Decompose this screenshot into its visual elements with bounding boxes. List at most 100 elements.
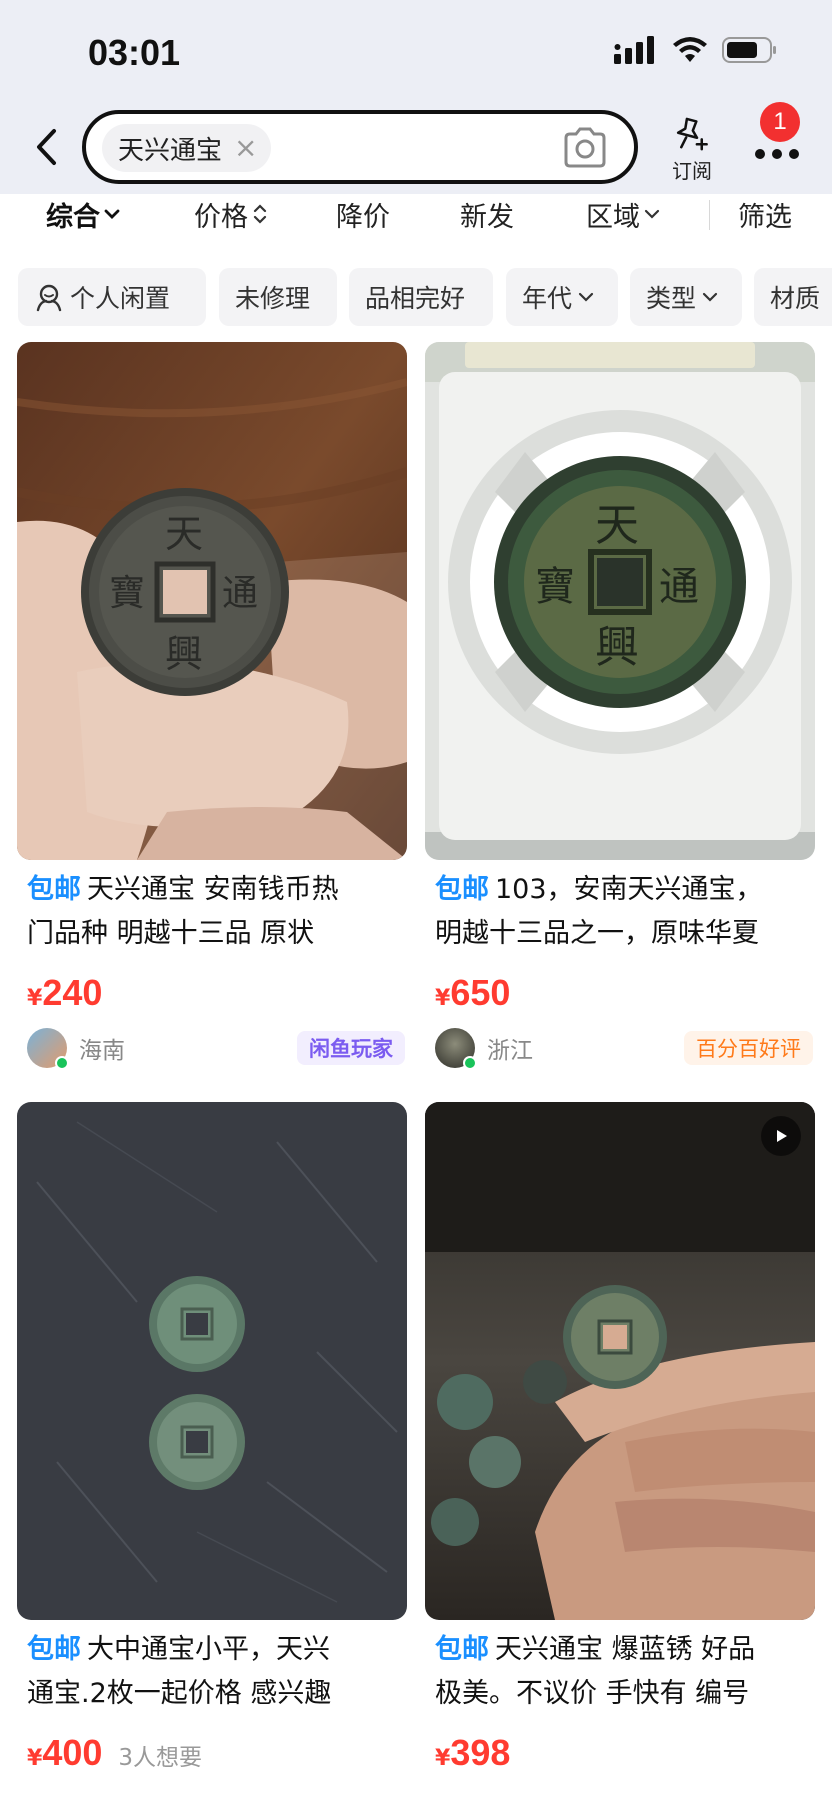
- svg-text:通: 通: [222, 573, 258, 614]
- play-icon: [777, 1130, 787, 1142]
- seller-location: 浙江: [487, 1038, 533, 1064]
- want-count: 3人想要: [118, 1745, 203, 1771]
- pin-plus-icon: [676, 117, 708, 151]
- filter-chip-label: 未修理: [235, 284, 311, 313]
- product-title-line1: 大中通宝小平，天兴: [87, 1634, 330, 1665]
- svg-text:寶: 寶: [109, 573, 145, 614]
- subscribe-label: 订阅: [672, 159, 712, 183]
- product-card[interactable]: 天 興 寶 通 包邮 103，安南天兴通宝， 明越十三品之一，原味华夏 ¥650 …: [425, 342, 815, 1072]
- filter-chip-era[interactable]: 年代: [506, 268, 618, 326]
- price-symbol: ¥: [435, 986, 451, 1011]
- sort-newest[interactable]: 新发: [460, 194, 514, 234]
- svg-text:天: 天: [595, 500, 639, 551]
- filter-chip-label: 类型: [646, 284, 697, 313]
- search-input[interactable]: 天兴通宝 ×: [82, 110, 638, 184]
- product-image[interactable]: [17, 1102, 407, 1620]
- price-row: ¥240: [27, 972, 102, 1014]
- svg-text:天: 天: [165, 512, 203, 556]
- sort-divider: [709, 200, 710, 230]
- price-value: 398: [450, 1732, 511, 1773]
- back-button[interactable]: [26, 122, 66, 172]
- price-value: 400: [42, 1732, 103, 1773]
- freeship-tag: 包邮: [27, 1634, 81, 1665]
- product-card[interactable]: 包邮 天兴通宝 爆蓝锈 好品 极美。不议价 手快有 编号 ¥398: [425, 1102, 815, 1800]
- sort-label: 综合: [46, 201, 100, 233]
- price-value: 650: [450, 972, 511, 1013]
- seller-avatar[interactable]: [27, 1028, 69, 1070]
- price-row: ¥400 3人想要: [27, 1732, 202, 1774]
- product-image[interactable]: [425, 1102, 815, 1620]
- seller-row[interactable]: 海南 闲鱼玩家: [27, 1028, 405, 1070]
- product-title-line2: 明越十三品之一，原味华夏: [435, 918, 759, 949]
- search-query-text: 天兴通宝: [118, 135, 223, 166]
- filter-chip-unrepaired[interactable]: 未修理: [219, 268, 337, 326]
- chevron-down-icon: [644, 209, 660, 219]
- seller-avatar[interactable]: [435, 1028, 477, 1070]
- product-title[interactable]: 包邮 大中通宝小平，天兴 通宝.2枚一起价格 感兴趣: [27, 1628, 397, 1716]
- product-image[interactable]: 天 興 寶 通: [425, 342, 815, 860]
- seller-badge: 闲鱼玩家: [297, 1031, 405, 1065]
- seller-row[interactable]: 浙江 百分百好评: [435, 1028, 813, 1070]
- chevron-down-icon: [702, 292, 718, 302]
- price-symbol: ¥: [27, 986, 43, 1011]
- notification-badge: 1: [760, 102, 800, 142]
- sort-label: 筛选: [738, 201, 792, 233]
- sort-comprehensive[interactable]: 综合: [46, 194, 120, 234]
- svg-text:興: 興: [595, 622, 639, 673]
- clear-query-icon[interactable]: ×: [234, 134, 257, 162]
- freeship-tag: 包邮: [27, 874, 81, 905]
- seller-location: 海南: [79, 1038, 125, 1064]
- filter-chip-label: 材质: [770, 284, 821, 313]
- subscribe-button[interactable]: 订阅: [664, 114, 720, 184]
- filter-chip-type[interactable]: 类型: [630, 268, 742, 326]
- sort-region[interactable]: 区域: [586, 194, 660, 234]
- price-value: 240: [42, 972, 103, 1013]
- product-image[interactable]: 天 興 寶 通: [17, 342, 407, 860]
- filter-chip-personal[interactable]: 个人闲置: [18, 268, 206, 326]
- video-play-button[interactable]: [761, 1116, 801, 1156]
- product-title[interactable]: 包邮 天兴通宝 爆蓝锈 好品 极美。不议价 手快有 编号: [435, 1628, 805, 1716]
- chevron-down-icon: [104, 209, 120, 219]
- svg-text:寶: 寶: [535, 564, 575, 610]
- product-title[interactable]: 包邮 天兴通宝 安南钱币热 门品种 明越十三品 原状: [27, 868, 397, 956]
- svg-text:通: 通: [659, 564, 699, 610]
- product-title-line1: 103，安南天兴通宝，: [495, 874, 763, 905]
- wifi-icon: [673, 37, 707, 62]
- product-title[interactable]: 包邮 103，安南天兴通宝， 明越十三品之一，原味华夏: [435, 868, 805, 956]
- online-indicator: [463, 1056, 477, 1070]
- sort-label: 区域: [586, 201, 640, 233]
- filter-chip-label: 年代: [522, 284, 573, 313]
- search-query-chip[interactable]: 天兴通宝 ×: [102, 124, 272, 172]
- camera-search-button[interactable]: [562, 126, 608, 170]
- product-title-line2: 极美。不议价 手快有 编号: [435, 1678, 750, 1709]
- filter-chip-material[interactable]: 材质: [754, 268, 832, 326]
- sort-label: 降价: [336, 201, 390, 233]
- freeship-tag: 包邮: [435, 1634, 489, 1665]
- filter-chip-good-condition[interactable]: 品相完好: [349, 268, 493, 326]
- sort-label: 价格: [194, 201, 248, 233]
- status-icons: [614, 36, 778, 64]
- product-card[interactable]: 天 興 寶 通 包邮 天兴通宝 安南钱币热 门品种 明越十三品 原状 ¥240 海…: [17, 342, 407, 1072]
- person-icon: [36, 284, 62, 312]
- price-row: ¥398: [435, 1732, 510, 1774]
- seller-badge: 百分百好评: [684, 1031, 813, 1065]
- filter-button[interactable]: 筛选: [738, 194, 792, 234]
- camera-icon: [564, 127, 606, 168]
- chevron-down-icon: [578, 292, 594, 302]
- status-time: 03:01: [88, 32, 181, 73]
- filter-chip-label: 个人闲置: [70, 284, 171, 313]
- freeship-tag: 包邮: [435, 874, 489, 905]
- sort-label: 新发: [460, 201, 514, 233]
- sort-price[interactable]: 价格: [194, 194, 268, 234]
- product-card[interactable]: 包邮 大中通宝小平，天兴 通宝.2枚一起价格 感兴趣 ¥400 3人想要: [17, 1102, 407, 1800]
- search-header: 天兴通宝 × 订阅 1: [0, 100, 832, 194]
- price-symbol: ¥: [435, 1746, 451, 1771]
- filter-chip-label: 品相完好: [365, 284, 466, 313]
- status-bar: 03:01: [0, 0, 832, 100]
- price-row: ¥650: [435, 972, 510, 1014]
- product-title-line2: 门品种 明越十三品 原状: [27, 918, 315, 949]
- sort-bar: 综合 价格 降价 新发 区域 筛选: [0, 194, 832, 246]
- product-title-line1: 天兴通宝 安南钱币热: [87, 874, 339, 905]
- sort-price-drop[interactable]: 降价: [336, 194, 390, 234]
- chevron-left-icon: [37, 129, 56, 165]
